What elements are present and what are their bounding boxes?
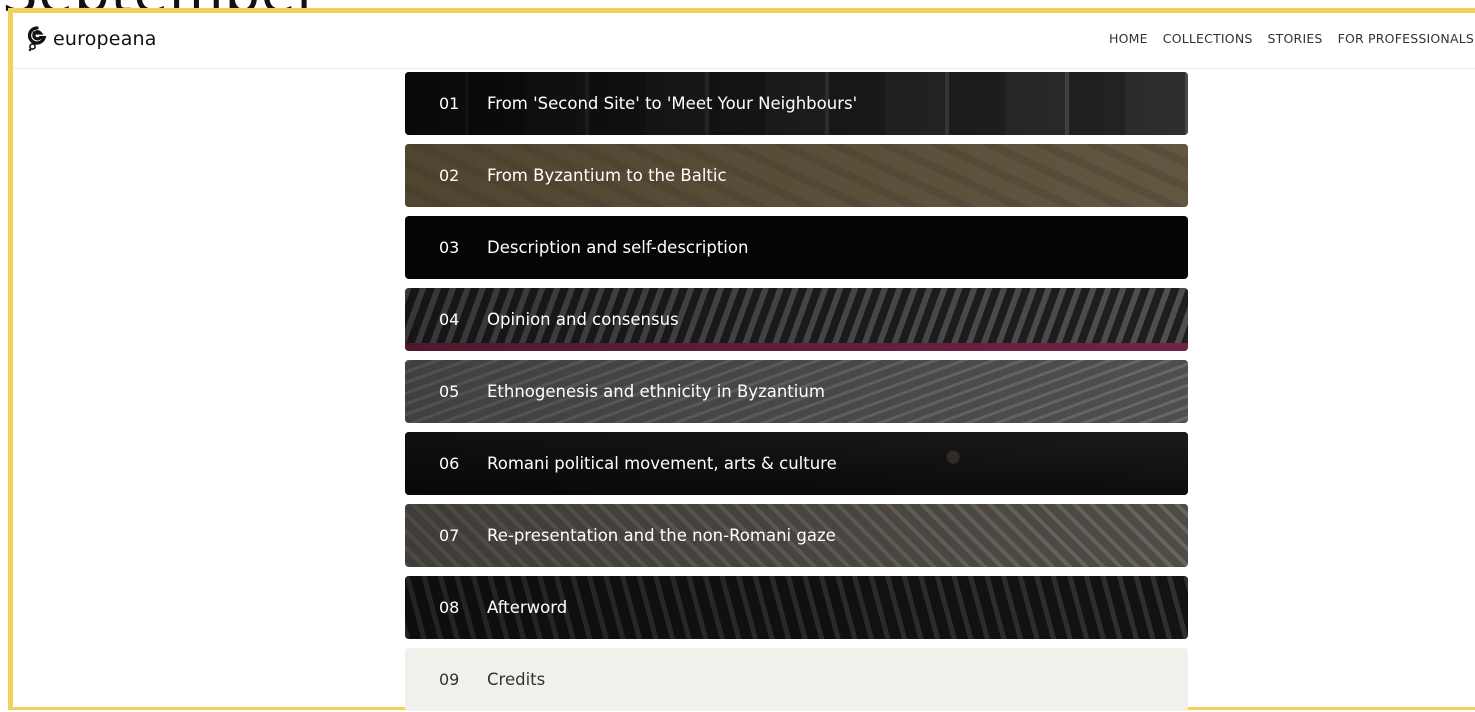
chapter-title: Ethnogenesis and ethnicity in Byzantium: [487, 382, 825, 401]
chapter-number: 02: [439, 166, 460, 185]
chapter-number: 03: [439, 238, 460, 257]
chapter-item[interactable]: 02 From Byzantium to the Baltic: [405, 144, 1188, 207]
nav-collections[interactable]: COLLECTIONS: [1163, 31, 1253, 46]
chapter-item[interactable]: 08 Afterword: [405, 576, 1188, 639]
chapter-title: Romani political movement, arts & cultur…: [487, 454, 837, 473]
chapter-number: 06: [439, 454, 460, 473]
chapter-number: 09: [439, 670, 460, 689]
chapter-item[interactable]: 04 Opinion and consensus: [405, 288, 1188, 351]
chapter-item-credits[interactable]: 09 Credits: [405, 648, 1188, 711]
chapter-title: Re-presentation and the non-Romani gaze: [487, 526, 836, 545]
nav-for-professionals[interactable]: FOR PROFESSIONALS: [1338, 31, 1474, 46]
chapter-number: 08: [439, 598, 460, 617]
chapter-title: Credits: [487, 670, 546, 689]
logo[interactable]: europeana: [27, 25, 157, 53]
nav-home[interactable]: HOME: [1109, 31, 1148, 46]
logo-text: europeana: [53, 28, 157, 50]
chapter-item[interactable]: 01 From 'Second Site' to 'Meet Your Neig…: [405, 72, 1188, 135]
page: September europeana HOME COLLECTIONS STO…: [0, 0, 1475, 712]
chapter-title: Description and self-description: [487, 238, 749, 257]
site-header: europeana HOME COLLECTIONS STORIES FOR P…: [13, 13, 1475, 69]
chapter-item[interactable]: 03 Description and self-description: [405, 216, 1188, 279]
main-nav: HOME COLLECTIONS STORIES FOR PROFESSIONA…: [1109, 31, 1474, 46]
chapter-number: 07: [439, 526, 460, 545]
chapter-item[interactable]: 05 Ethnogenesis and ethnicity in Byzanti…: [405, 360, 1188, 423]
europeana-logo-icon: [27, 26, 47, 52]
browser-frame: europeana HOME COLLECTIONS STORIES FOR P…: [8, 8, 1475, 712]
chapter-number: 05: [439, 382, 460, 401]
chapter-number: 01: [439, 94, 460, 113]
chapter-item[interactable]: 06 Romani political movement, arts & cul…: [405, 432, 1188, 495]
chapter-item[interactable]: 07 Re-presentation and the non-Romani ga…: [405, 504, 1188, 567]
chapter-list: 01 From 'Second Site' to 'Meet Your Neig…: [405, 72, 1188, 712]
chapter-number: 04: [439, 310, 460, 329]
nav-stories[interactable]: STORIES: [1268, 31, 1323, 46]
chapter-title: From 'Second Site' to 'Meet Your Neighbo…: [487, 94, 858, 113]
chapter-title: Afterword: [487, 598, 568, 617]
chapter-title: Opinion and consensus: [487, 310, 679, 329]
chapter-title: From Byzantium to the Baltic: [487, 166, 727, 185]
